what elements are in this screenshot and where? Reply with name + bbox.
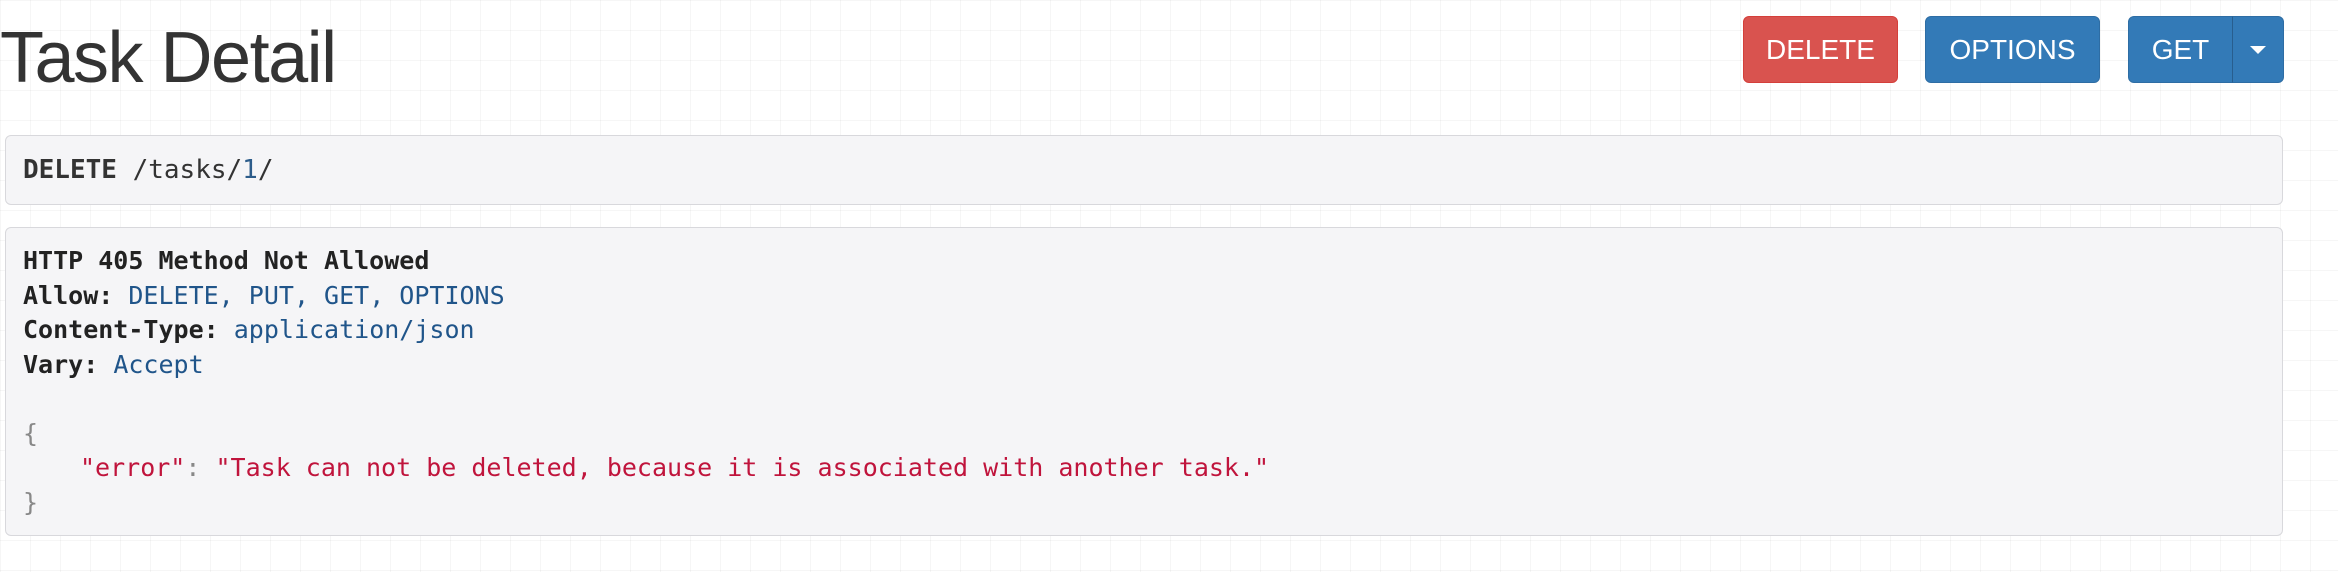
response-header-key: Content-Type: [23, 315, 219, 344]
get-button-group: GET [2128, 16, 2284, 83]
response-header-key: Allow: [23, 280, 114, 310]
json-error-message: "Task can not be deleted, because it is … [215, 453, 1270, 482]
delete-button[interactable]: DELETE [1743, 16, 1898, 83]
response-header-value: Accept [113, 349, 204, 379]
json-open-brace: { [23, 417, 2265, 452]
json-colon: : [185, 453, 201, 482]
get-format-dropdown-button[interactable] [2232, 16, 2284, 83]
page-title: Task Detail [0, 18, 337, 98]
response-info: HTTP 405 Method Not Allowed Allow: DELET… [5, 227, 2283, 536]
response-header: Content-Type: application/json [23, 313, 2265, 348]
json-error-entry: "error": "Task can not be deleted, becau… [23, 451, 2265, 486]
response-header-key: Vary: [23, 349, 99, 379]
get-button[interactable]: GET [2128, 16, 2233, 83]
options-button[interactable]: OPTIONS [1925, 16, 2100, 83]
request-info: DELETE /tasks/1/ [5, 135, 2283, 205]
response-header: Allow: DELETE, PUT, GET, OPTIONS [23, 279, 2265, 314]
request-path-id: 1 [242, 155, 258, 185]
json-close-brace-text: } [23, 487, 39, 517]
response-status: HTTP 405 Method Not Allowed [23, 246, 430, 275]
request-path: /tasks/ [132, 155, 243, 185]
request-path-end: / [257, 155, 274, 185]
page-header: Task Detail DELETE OPTIONS GET [0, 0, 2338, 120]
request-method: DELETE [23, 155, 117, 185]
caret-down-icon [2250, 45, 2266, 54]
json-key: "error" [80, 453, 186, 482]
response-header-value: application/json [233, 315, 475, 344]
json-open-brace-text: { [23, 418, 39, 448]
response-header: Vary: Accept [23, 348, 2265, 383]
response-header-value: DELETE, PUT, GET, OPTIONS [128, 280, 505, 310]
json-close-brace: } [23, 486, 2265, 521]
